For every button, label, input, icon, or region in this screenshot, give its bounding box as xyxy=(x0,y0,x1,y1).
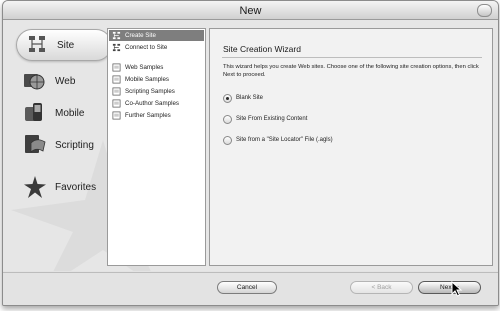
site-icon xyxy=(29,36,45,52)
option-label: Site from a "Site Locator" File (.agls) xyxy=(236,137,333,143)
radio-button[interactable] xyxy=(223,115,232,124)
list-item-label: Co-Author Samples xyxy=(125,100,179,107)
list-item-label: Create Site xyxy=(125,32,156,39)
list-item-connect-to-site[interactable]: Connect to Site xyxy=(109,42,204,53)
category-favorites[interactable]: Favorites xyxy=(13,170,103,204)
toolbar-toggle-button[interactable] xyxy=(477,4,492,17)
list-item-create-site[interactable]: Create Site xyxy=(109,30,204,41)
list-item-label: Web Samples xyxy=(125,64,164,71)
mobile-icon xyxy=(25,103,42,121)
category-label: Mobile xyxy=(55,108,85,119)
category-site[interactable]: Site xyxy=(16,29,112,61)
site-icon xyxy=(112,31,121,40)
wizard-divider xyxy=(222,57,482,58)
category-label: Scripting xyxy=(55,140,94,151)
list-item-scripting-samples[interactable]: Scripting Samples xyxy=(109,86,204,97)
list-item-co-author-samples[interactable]: Co-Author Samples xyxy=(109,98,204,109)
category-label: Web xyxy=(55,76,76,87)
star-icon xyxy=(24,176,46,198)
folder-icon xyxy=(112,99,121,108)
list-item-label: Scripting Samples xyxy=(125,88,175,95)
wizard-description: This wizard helps you create Web sites. … xyxy=(223,64,479,78)
wizard-title: Site Creation Wizard xyxy=(223,44,301,54)
web-icon xyxy=(24,74,45,90)
dialog-button-bar: Cancel < Back Next > xyxy=(3,272,498,305)
list-item-label: Mobile Samples xyxy=(125,76,170,83)
mouse-pointer-icon xyxy=(451,281,463,297)
title-bar[interactable]: New xyxy=(3,1,498,20)
cancel-button[interactable]: Cancel xyxy=(217,281,277,294)
folder-icon xyxy=(112,63,121,72)
option-label: Blank Site xyxy=(236,95,264,101)
template-list[interactable]: Create Site Connect to Site Web Samples xyxy=(107,28,206,266)
new-dialog-window: New Site Web Mobile Scripting Favorites … xyxy=(2,0,499,306)
list-item-mobile-samples[interactable]: Mobile Samples xyxy=(109,74,204,85)
category-mobile[interactable]: Mobile xyxy=(13,96,103,130)
folder-icon xyxy=(112,75,121,84)
list-item-web-samples[interactable]: Web Samples xyxy=(109,62,204,73)
site-creation-wizard-panel: Site Creation Wizard This wizard helps y… xyxy=(209,28,493,266)
folder-icon xyxy=(112,87,121,96)
list-item-further-samples[interactable]: Further Samples xyxy=(109,110,204,121)
category-web[interactable]: Web xyxy=(13,64,103,98)
list-item-label: Further Samples xyxy=(125,112,171,119)
category-label: Favorites xyxy=(55,182,97,193)
window-title: New xyxy=(239,5,262,17)
option-label: Site From Existing Content xyxy=(236,116,308,122)
category-scripting[interactable]: Scripting xyxy=(13,128,103,162)
back-button[interactable]: < Back xyxy=(350,281,413,294)
category-label: Site xyxy=(57,40,75,51)
list-item-label: Connect to Site xyxy=(125,44,168,51)
dialog-content: Site Web Mobile Scripting Favorites Crea… xyxy=(3,20,498,271)
next-button[interactable]: Next > xyxy=(418,281,481,294)
scripting-icon xyxy=(25,135,46,153)
connect-site-icon xyxy=(112,43,121,52)
radio-button[interactable] xyxy=(223,136,232,145)
folder-icon xyxy=(112,111,121,120)
radio-button[interactable] xyxy=(223,94,232,103)
